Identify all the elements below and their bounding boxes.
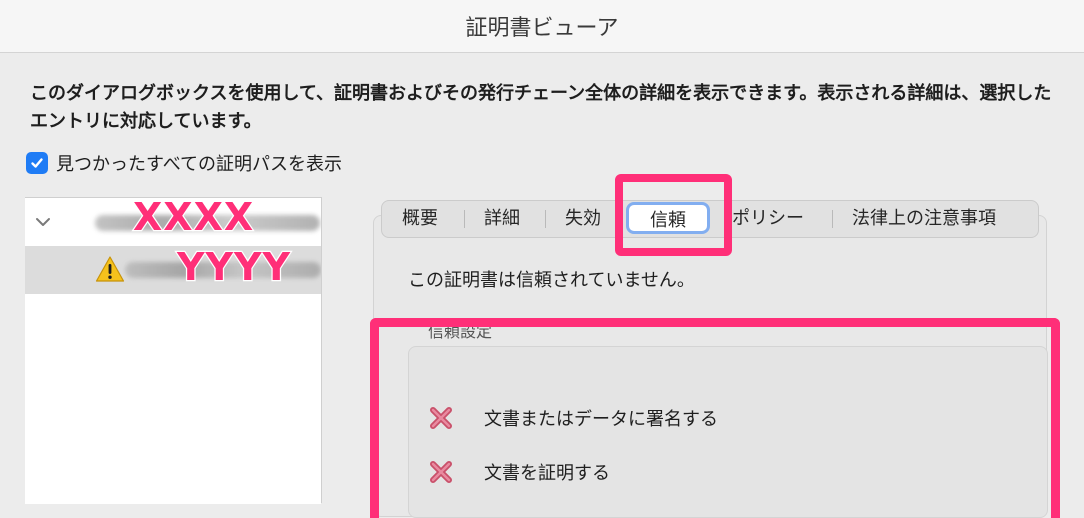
tab-details[interactable]: 詳細	[484, 207, 520, 231]
tab-overview[interactable]: 概要	[402, 207, 438, 231]
split-view-divider[interactable]	[321, 197, 344, 503]
window-title: 証明書ビューア	[0, 0, 1084, 53]
checkbox-checked-icon[interactable]	[26, 152, 48, 174]
tree-item-selected[interactable]: YYYY	[25, 244, 321, 294]
highlight-trust-tab	[615, 174, 732, 256]
show-all-paths-checkbox[interactable]: 見つかったすべての証明パスを表示	[26, 150, 342, 176]
highlight-trust-settings	[370, 318, 1060, 518]
tab-divider	[545, 210, 546, 228]
tab-legal-notice[interactable]: 法律上の注意事項	[852, 207, 996, 231]
chevron-down-icon[interactable]	[33, 212, 53, 236]
annotation-xxxx: XXXX	[132, 194, 255, 241]
certificate-tree[interactable]: XXXX YYYY	[25, 194, 321, 504]
tree-item-root[interactable]: XXXX	[25, 194, 321, 246]
annotation-yyyy: YYYY	[176, 244, 292, 291]
trust-status-message: この証明書は信頼されていません。	[408, 270, 695, 291]
tab-divider	[464, 210, 465, 228]
tab-revocation[interactable]: 失効	[565, 207, 601, 231]
dialog-description: このダイアログボックスを使用して、証明書およびその発行チェーン全体の詳細を表示で…	[30, 83, 1052, 132]
show-all-paths-label: 見つかったすべての証明パスを表示	[56, 154, 343, 175]
tab-policy[interactable]: ポリシー	[732, 207, 804, 231]
tab-divider	[832, 210, 833, 228]
warning-icon	[95, 255, 125, 287]
